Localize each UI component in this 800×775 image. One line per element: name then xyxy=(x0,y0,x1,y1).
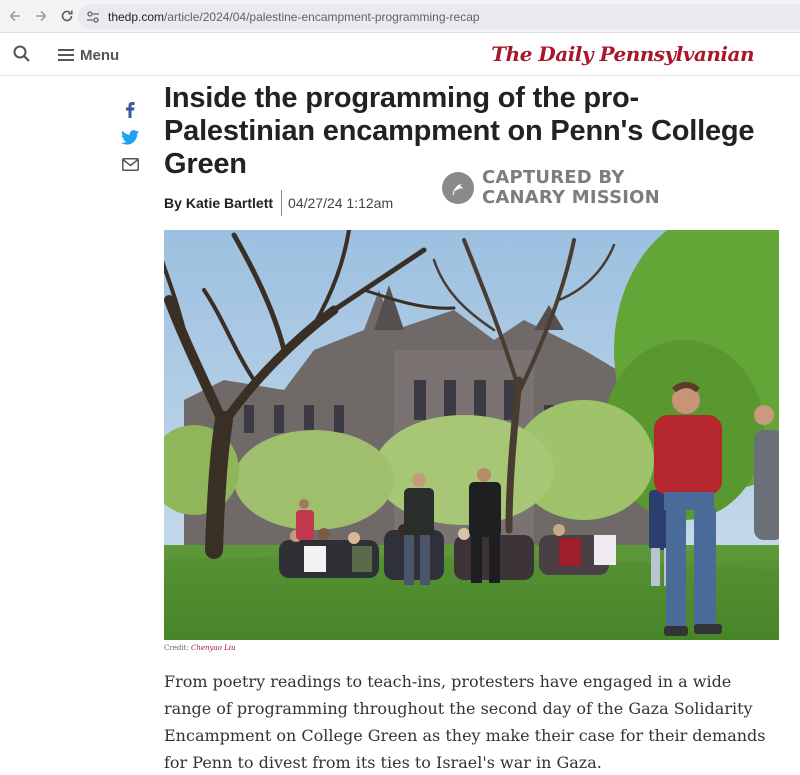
forward-button[interactable] xyxy=(28,3,54,29)
watermark-line-2: CANARY MISSION xyxy=(482,187,660,208)
canary-logo-icon xyxy=(442,172,474,204)
site-info-icon[interactable] xyxy=(86,10,100,24)
canary-mission-watermark: CAPTURED BY CANARY MISSION xyxy=(442,168,660,208)
facebook-icon[interactable] xyxy=(120,100,140,120)
share-bar xyxy=(120,100,140,181)
site-header: Menu The Daily Pennsylvanian xyxy=(0,34,800,76)
byline-divider xyxy=(281,190,283,216)
article-body-paragraph: From poetry readings to teach-ins, prote… xyxy=(164,672,766,772)
menu-button[interactable]: Menu xyxy=(58,44,119,66)
byline-prefix: By xyxy=(164,195,182,211)
publish-date: 04/27/24 1:12am xyxy=(288,195,394,211)
back-button[interactable] xyxy=(2,3,28,29)
url-domain: thedp.com xyxy=(108,9,165,24)
browser-toolbar: thedp.com/article/2024/04/palestine-enca… xyxy=(0,0,800,33)
email-icon[interactable] xyxy=(120,154,140,174)
byline: By Katie Bartlett 04/27/24 1:12am xyxy=(164,190,393,216)
address-bar[interactable]: thedp.com/article/2024/04/palestine-enca… xyxy=(78,4,800,29)
credit-name[interactable]: Chenyao Liu xyxy=(191,644,235,652)
masthead-logo[interactable]: The Daily Pennsylvanian xyxy=(491,42,754,66)
watermark-line-1: CAPTURED BY xyxy=(482,167,625,188)
credit-label: Credit: xyxy=(164,644,189,652)
hamburger-icon xyxy=(58,49,74,61)
reload-button[interactable] xyxy=(54,3,80,29)
url-text: thedp.com/article/2024/04/palestine-enca… xyxy=(108,10,480,24)
photo-credit: Credit: Chenyao Liu xyxy=(164,644,235,652)
article-photo xyxy=(164,230,779,640)
menu-label: Menu xyxy=(80,46,120,64)
twitter-icon[interactable] xyxy=(120,127,140,147)
author-link[interactable]: Katie Bartlett xyxy=(186,195,273,211)
url-path: /article/2024/04/palestine-encampment-pr… xyxy=(164,9,480,24)
search-icon[interactable] xyxy=(12,44,34,66)
article-headline: Inside the programming of the pro-Palest… xyxy=(164,82,755,180)
